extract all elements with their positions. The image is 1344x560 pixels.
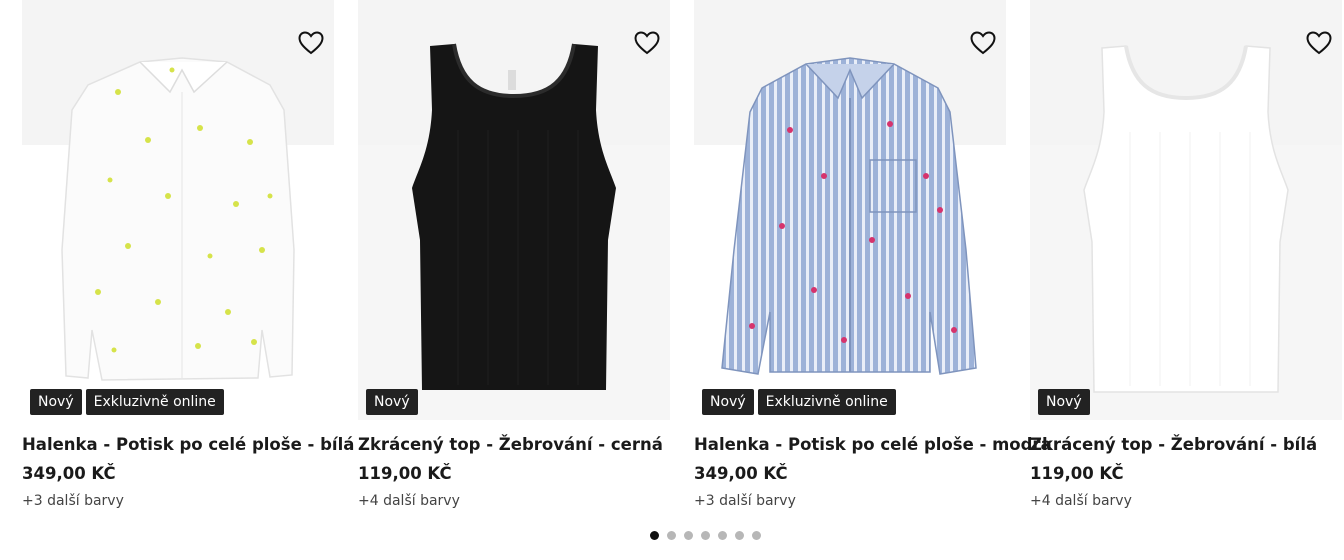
new-badge: Nový — [366, 389, 418, 415]
product-carousel: Nový Exkluzivně online Halenka - Potisk … — [0, 0, 1344, 560]
product-title[interactable]: Zkrácený top - Žebrování - bílá — [1030, 434, 1342, 456]
badge-list: Nový — [1038, 389, 1090, 415]
pagination-dot[interactable] — [718, 531, 727, 540]
more-colors-link[interactable]: +4 další barvy — [358, 491, 670, 511]
badge-list: Nový Exkluzivně online — [30, 389, 224, 415]
more-colors-link[interactable]: +3 další barvy — [22, 491, 334, 511]
black-tank-top-image — [358, 0, 670, 420]
product-price: 119,00 KČ — [1030, 464, 1124, 483]
favorite-button[interactable] — [1304, 28, 1334, 58]
favorite-button[interactable] — [632, 28, 662, 58]
more-colors-link[interactable]: +3 další barvy — [694, 491, 1006, 511]
carousel-pagination — [650, 531, 761, 540]
product-image[interactable]: Nový Exkluzivně online — [694, 0, 1006, 420]
more-colors-link[interactable]: +4 další barvy — [1030, 491, 1342, 511]
new-badge: Nový — [1038, 389, 1090, 415]
online-exclusive-badge: Exkluzivně online — [757, 389, 896, 415]
product-title[interactable]: Halenka - Potisk po celé ploše - bílá — [22, 434, 354, 456]
product-image[interactable]: Nový — [1030, 0, 1342, 420]
blue-striped-shirt-image — [694, 0, 1006, 420]
pagination-dot[interactable] — [650, 531, 659, 540]
heart-outline-icon — [298, 31, 324, 55]
white-tank-top-image — [1030, 0, 1342, 420]
favorite-button[interactable] — [296, 28, 326, 58]
product-title[interactable]: Halenka - Potisk po celé ploše - modra — [694, 434, 1052, 456]
badge-list: Nový Exkluzivně online — [702, 389, 896, 415]
product-card[interactable]: Nový Zkrácený top - Žebrování - cerná 11… — [358, 0, 670, 511]
product-card[interactable]: Nový Exkluzivně online Halenka - Potisk … — [694, 0, 1052, 511]
product-price: 349,00 KČ — [22, 464, 116, 483]
pagination-dot[interactable] — [752, 531, 761, 540]
new-badge: Nový — [702, 389, 754, 415]
heart-outline-icon — [970, 31, 996, 55]
heart-outline-icon — [1306, 31, 1332, 55]
pagination-dot[interactable] — [735, 531, 744, 540]
white-lemon-shirt-image — [22, 0, 334, 420]
product-card[interactable]: Nový Zkrácený top - Žebrování - bílá 119… — [1030, 0, 1342, 511]
new-badge: Nový — [30, 389, 82, 415]
product-image[interactable]: Nový — [358, 0, 670, 420]
favorite-button[interactable] — [968, 28, 998, 58]
product-image[interactable]: Nový Exkluzivně online — [22, 0, 334, 420]
product-track: Nový Exkluzivně online Halenka - Potisk … — [22, 0, 1342, 511]
pagination-dot[interactable] — [684, 531, 693, 540]
heart-outline-icon — [634, 31, 660, 55]
online-exclusive-badge: Exkluzivně online — [85, 389, 224, 415]
pagination-dot[interactable] — [701, 531, 710, 540]
badge-list: Nový — [366, 389, 418, 415]
product-price: 349,00 KČ — [694, 464, 788, 483]
product-price: 119,00 KČ — [358, 464, 452, 483]
pagination-dot[interactable] — [667, 531, 676, 540]
product-title[interactable]: Zkrácený top - Žebrování - cerná — [358, 434, 670, 456]
product-card[interactable]: Nový Exkluzivně online Halenka - Potisk … — [22, 0, 354, 511]
